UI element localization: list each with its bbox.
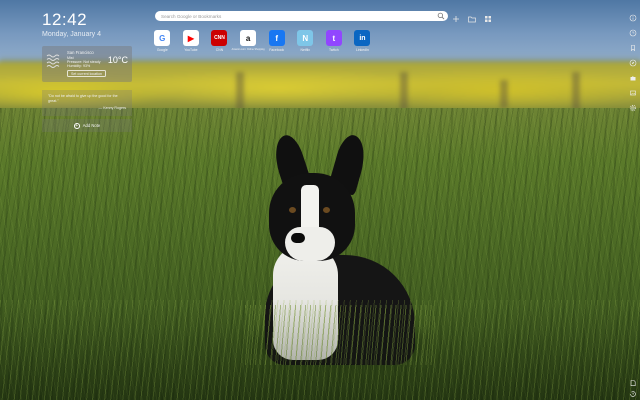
quote-widget: "Do not be afraid to give up the good fo…	[42, 90, 132, 116]
amazon-icon: a	[240, 30, 257, 46]
clock-time: 12:42	[42, 10, 88, 29]
clock-date: Monday, January 4	[42, 31, 102, 38]
cnn-icon: CNN	[211, 30, 228, 46]
mist-icon	[46, 54, 60, 68]
tile-label: YouTube	[184, 48, 198, 52]
add-note-label: Add Note	[82, 123, 101, 128]
search-input[interactable]	[155, 11, 437, 21]
history-icon[interactable]	[629, 385, 637, 397]
facebook-icon: f	[268, 30, 285, 46]
top-toolbar	[451, 11, 493, 23]
info-icon[interactable]	[629, 9, 637, 22]
tile-netflix[interactable]: N Netflix	[291, 30, 320, 52]
shortcut-tiles: G Google ▶ YouTube CNN CNN a Amazon.com:…	[148, 30, 377, 52]
settings-icon[interactable]	[629, 99, 637, 112]
quote-text: "Do not be afraid to give up the good fo…	[48, 94, 118, 103]
tile-youtube[interactable]: ▶ YouTube	[177, 30, 206, 52]
tile-facebook[interactable]: f Facebook	[262, 30, 291, 52]
folder-icon[interactable]	[467, 11, 477, 23]
search-bar[interactable]	[155, 11, 448, 21]
tile-label: Netflix	[300, 48, 310, 52]
youtube-icon: ▶	[182, 30, 199, 46]
plus-icon: +	[73, 122, 80, 129]
tile-label: LinkedIn	[356, 48, 369, 52]
compass-icon[interactable]	[629, 54, 637, 67]
weather-widget[interactable]: San Francisco Mist Pressure: Not steady …	[42, 46, 132, 82]
tile-label: CNN	[215, 48, 224, 52]
grid-apps-icon[interactable]	[483, 11, 493, 22]
google-icon: G	[154, 30, 171, 46]
quote-author: — Kenny Rogers	[98, 106, 126, 110]
screenshot-icon[interactable]	[451, 11, 461, 22]
clock-icon[interactable]	[629, 24, 637, 37]
tile-label: Amazon.com: Online Shopping	[231, 48, 265, 51]
tile-twitch[interactable]: t Twitch	[320, 30, 349, 52]
weather-humidity: Humidity: 93%	[67, 64, 91, 68]
weather-temperature: 10°C	[107, 55, 128, 65]
tile-linkedin[interactable]: in LinkedIn	[348, 30, 377, 52]
right-sidebar	[626, 0, 640, 400]
puzzle-icon[interactable]	[629, 69, 637, 81]
tile-cnn[interactable]: CNN CNN	[205, 30, 234, 52]
clock-widget: 12:42 Monday, January 4	[42, 10, 101, 38]
tile-label: Twitch	[329, 48, 339, 52]
foreground-grass	[0, 300, 640, 400]
tile-label: Facebook	[269, 48, 285, 52]
set-location-button[interactable]: Set current location	[67, 70, 106, 77]
netflix-icon: N	[297, 30, 314, 46]
tile-label: Google	[156, 48, 168, 52]
twitch-icon: t	[325, 30, 342, 46]
tile-google[interactable]: G Google	[148, 30, 177, 52]
weather-city: San Francisco	[67, 50, 94, 55]
bookmark-icon[interactable]	[629, 39, 637, 52]
notes-icon[interactable]	[629, 374, 637, 386]
add-note-button[interactable]: + Add Note	[42, 119, 132, 132]
tile-amazon[interactable]: a Amazon.com: Online Shopping	[231, 30, 265, 52]
gallery-icon[interactable]	[629, 84, 637, 96]
linkedin-icon: in	[354, 30, 371, 46]
search-icon[interactable]	[437, 12, 445, 20]
